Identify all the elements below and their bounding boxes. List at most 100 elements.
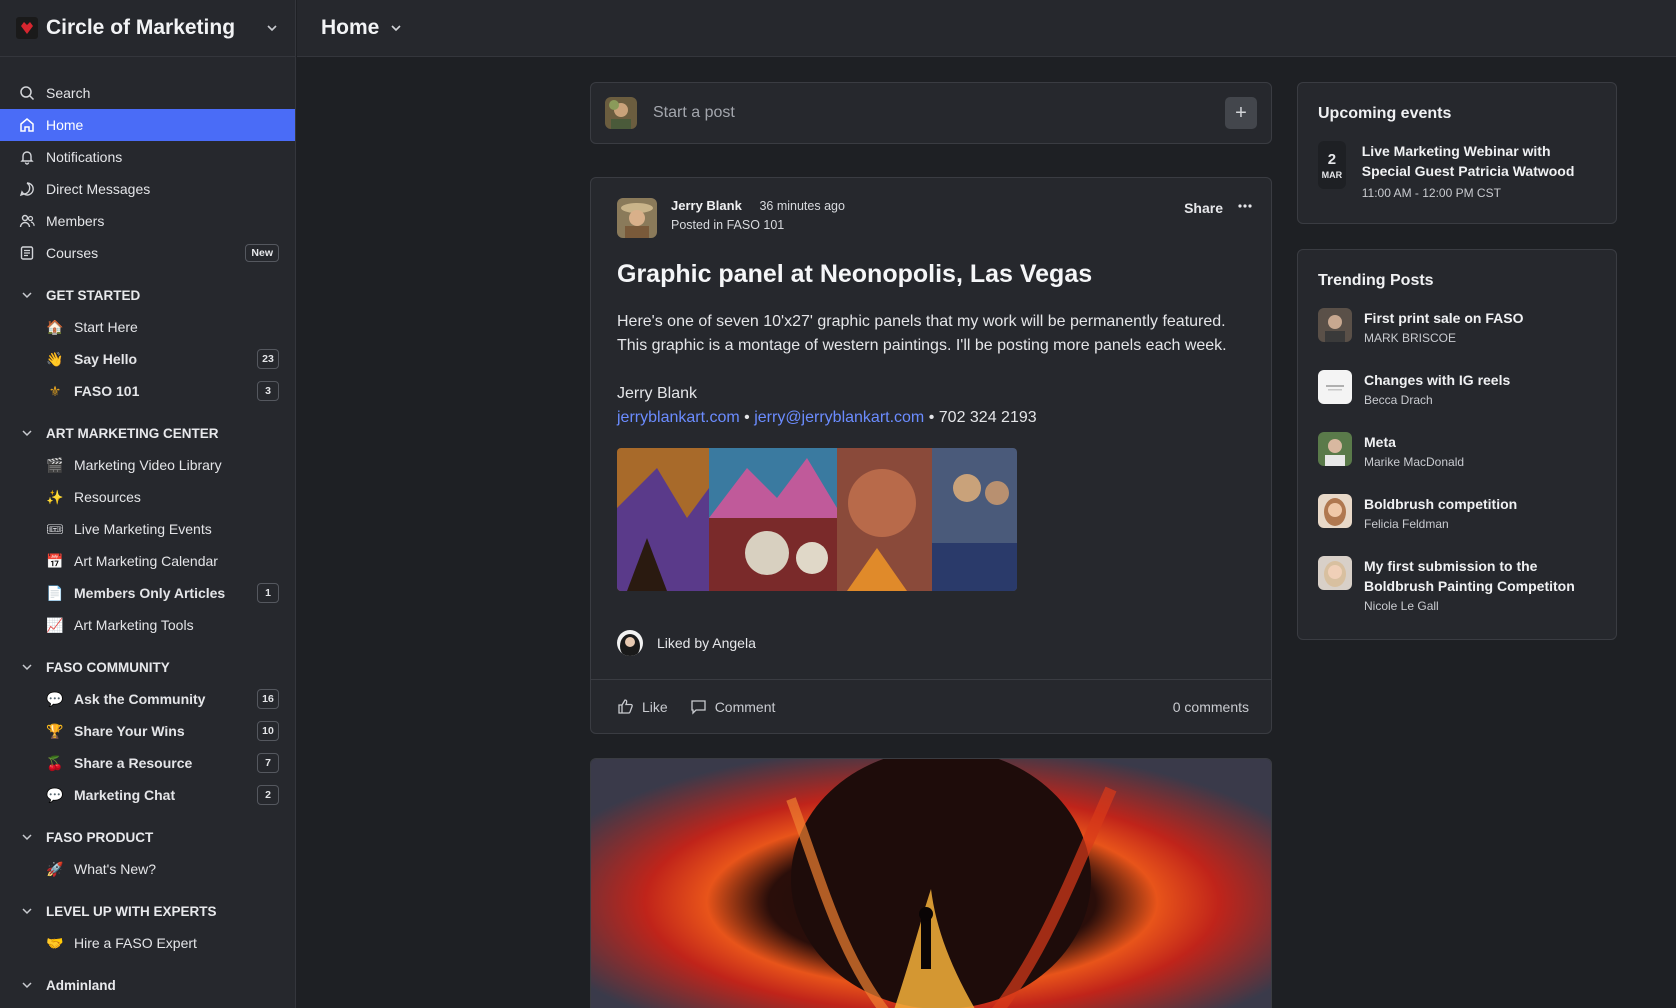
space-label: FASO 101: [74, 383, 140, 399]
document-icon: 📄: [46, 584, 64, 601]
space-marketing-video-library[interactable]: 🎬 Marketing Video Library: [0, 449, 295, 481]
like-button[interactable]: Like: [617, 698, 668, 715]
section-get-started[interactable]: GET STARTED: [0, 279, 295, 311]
space-share-your-wins[interactable]: 🏆 Share Your Wins 10: [0, 715, 295, 747]
start-post-input[interactable]: Start a post: [653, 104, 1225, 122]
space-resources[interactable]: ✨ Resources: [0, 481, 295, 513]
trending-post[interactable]: Boldbrush competition Felicia Feldman: [1318, 494, 1596, 538]
brand-logo-icon: [16, 17, 38, 39]
space-art-marketing-tools[interactable]: 📈 Art Marketing Tools: [0, 609, 295, 641]
chart-icon: 📈: [46, 616, 64, 633]
separator-dot: •: [928, 409, 939, 426]
posted-in[interactable]: Posted in FASO 101: [671, 218, 845, 232]
nav-members[interactable]: Members: [0, 205, 295, 237]
space-whats-new[interactable]: 🚀 What's New?: [0, 853, 295, 885]
trending-title[interactable]: My first submission to the Boldbrush Pai…: [1364, 556, 1596, 596]
post-composer[interactable]: Start a post +: [590, 82, 1272, 144]
community-switcher[interactable]: Circle of Marketing: [0, 0, 295, 57]
liked-by[interactable]: Liked by Angela: [617, 630, 756, 656]
email-link[interactable]: jerry@jerryblankart.com: [754, 409, 924, 426]
contact-line: jerryblankart.com • jerry@jerryblankart.…: [617, 406, 1247, 430]
space-label: Art Marketing Calendar: [74, 553, 218, 569]
unread-count: 3: [257, 381, 279, 401]
trending-author: Nicole Le Gall: [1364, 599, 1439, 613]
nav-label: Home: [46, 117, 84, 133]
chevron-down-icon: [18, 424, 36, 442]
comments-count[interactable]: 0 comments: [1173, 699, 1249, 715]
chevron-down-icon: [18, 286, 36, 304]
trophy-icon: 🏆: [46, 722, 64, 739]
chevron-down-icon[interactable]: [389, 21, 403, 35]
nav-label: Direct Messages: [46, 181, 151, 197]
comment-icon: [691, 700, 706, 715]
trending-title[interactable]: First print sale on FASO: [1364, 308, 1523, 328]
author-name[interactable]: Jerry Blank: [671, 198, 742, 213]
plus-icon[interactable]: +: [1225, 97, 1257, 129]
trending-thumb: [1318, 308, 1352, 342]
trending-author: Felicia Feldman: [1364, 517, 1449, 531]
trending-thumb: [1318, 556, 1352, 590]
members-icon: [18, 212, 36, 230]
comment-button[interactable]: Comment: [690, 698, 775, 715]
chevron-down-icon: [267, 25, 277, 32]
nav-label: Search: [46, 85, 91, 101]
nav-label: Courses: [46, 245, 99, 261]
space-hire-a-faso-expert[interactable]: 🤝 Hire a FASO Expert: [0, 927, 295, 959]
space-members-only-articles[interactable]: 📄 Members Only Articles 1: [0, 577, 295, 609]
page-title-dropdown[interactable]: Home: [321, 16, 379, 40]
post-time[interactable]: 36 minutes ago: [759, 199, 844, 213]
trending-post[interactable]: Meta Marike MacDonald: [1318, 432, 1596, 476]
space-label: Start Here: [74, 319, 138, 335]
website-link[interactable]: jerryblankart.com: [617, 409, 740, 426]
space-ask-the-community[interactable]: 💬 Ask the Community 16: [0, 683, 295, 715]
more-options-icon[interactable]: [1237, 198, 1253, 217]
author-avatar[interactable]: [617, 198, 657, 238]
space-art-marketing-calendar[interactable]: 📅 Art Marketing Calendar: [0, 545, 295, 577]
trending-title[interactable]: Changes with IG reels: [1364, 370, 1510, 390]
space-share-a-resource[interactable]: 🍒 Share a Resource 7: [0, 747, 295, 779]
section-adminland[interactable]: Adminland: [0, 969, 295, 1001]
space-say-hello[interactable]: 👋 Say Hello 23: [0, 343, 295, 375]
trending-title[interactable]: Boldbrush competition: [1364, 494, 1517, 514]
trending-post[interactable]: Changes with IG reels Becca Drach: [1318, 370, 1596, 414]
trending-title[interactable]: Meta: [1364, 432, 1464, 452]
section-title: FASO COMMUNITY: [46, 659, 170, 675]
post-text: Here's one of seven 10'x27' graphic pane…: [617, 313, 1227, 354]
section-faso-product[interactable]: FASO PRODUCT: [0, 821, 295, 853]
nav-direct-messages[interactable]: Direct Messages: [0, 173, 295, 205]
space-label: Live Marketing Events: [74, 521, 212, 537]
event-date: 2 MAR: [1318, 141, 1346, 189]
handshake-icon: 🤝: [46, 934, 64, 951]
space-live-marketing-events[interactable]: 🎟 Live Marketing Events: [0, 513, 295, 545]
section-faso-community[interactable]: FASO COMMUNITY: [0, 651, 295, 683]
section-level-up-with-experts[interactable]: LEVEL UP WITH EXPERTS: [0, 895, 295, 927]
event-item[interactable]: 2 MAR Live Marketing Webinar with Specia…: [1318, 141, 1596, 200]
chat-icon: [18, 180, 36, 198]
event-info: Live Marketing Webinar with Special Gues…: [1362, 141, 1596, 200]
chevron-down-icon: [18, 828, 36, 846]
post-title[interactable]: Graphic panel at Neonopolis, Las Vegas: [617, 260, 1092, 289]
author-line: Jerry Blank 36 minutes ago: [671, 198, 845, 213]
signature-name: Jerry Blank: [617, 385, 698, 402]
space-faso-101[interactable]: ⚜ FASO 101 3: [0, 375, 295, 407]
trending-post[interactable]: First print sale on FASO MARK BRISCOE: [1318, 308, 1596, 352]
nav-notifications[interactable]: Notifications: [0, 141, 295, 173]
sparkles-icon: ✨: [46, 488, 64, 505]
post-card-image[interactable]: [590, 758, 1272, 1008]
nav-home[interactable]: Home: [0, 109, 295, 141]
space-marketing-chat[interactable]: 💬 Marketing Chat 2: [0, 779, 295, 811]
space-start-here[interactable]: 🏠 Start Here: [0, 311, 295, 343]
post-image[interactable]: [617, 448, 1017, 591]
event-day: 2: [1327, 150, 1337, 168]
nav-courses[interactable]: Courses New: [0, 237, 295, 269]
main-nav: Search Home Notifications Direct Message…: [0, 57, 295, 1001]
thumbs-up-icon: [618, 699, 633, 714]
event-title[interactable]: Live Marketing Webinar with Special Gues…: [1362, 141, 1596, 181]
section-art-marketing-center[interactable]: ART MARKETING CENTER: [0, 417, 295, 449]
trending-post[interactable]: My first submission to the Boldbrush Pai…: [1318, 556, 1596, 618]
section-title: LEVEL UP WITH EXPERTS: [46, 903, 217, 919]
share-button[interactable]: Share: [1184, 200, 1223, 216]
top-bar: Home: [297, 0, 1676, 57]
post-actions: Share: [1184, 198, 1253, 217]
nav-search[interactable]: Search: [0, 77, 295, 109]
